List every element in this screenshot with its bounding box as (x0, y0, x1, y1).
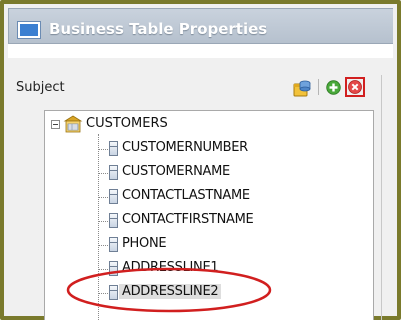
tree-item[interactable]: CONTACTLASTNAME (98, 185, 368, 209)
tree-branch-line (98, 245, 108, 246)
tree-root-label[interactable]: CUSTOMERS (86, 116, 168, 131)
column-icon (109, 189, 118, 204)
column-icon (109, 213, 118, 228)
tree-item[interactable]: CUSTOMERNAME (98, 161, 368, 185)
title-spacer (8, 44, 393, 58)
tree-item-label: ADDRESSLINE2 (119, 284, 222, 299)
tree-branch-line (98, 173, 108, 174)
tree-item-label: CONTACTLASTNAME (122, 188, 250, 203)
tree-branch-line (98, 197, 108, 198)
delete-button[interactable] (345, 77, 365, 97)
tree-branch-line (98, 293, 108, 294)
tree-item-label: CUSTOMERNUMBER (122, 140, 248, 155)
tree-item-label: PHONE (122, 236, 167, 251)
tree-item[interactable]: PHONE (98, 233, 368, 257)
tree-branch-line (98, 149, 108, 150)
subject-label: Subject (16, 80, 65, 95)
tree-item[interactable]: CONTACTFIRSTNAME (98, 209, 368, 233)
tree-branch-line (98, 221, 108, 222)
tree-item-label: ADDRESSLINE1 (122, 260, 219, 275)
tree-item-label: CUSTOMERNAME (122, 164, 230, 179)
column-icon (109, 261, 118, 276)
database-import-icon[interactable] (292, 78, 312, 98)
window-icon (18, 22, 40, 38)
tree-item[interactable]: ADDRESSLINE1 (98, 257, 368, 281)
delete-icon (348, 80, 362, 94)
column-icon (109, 237, 118, 252)
toolbar-separator (318, 79, 319, 95)
column-icon (109, 165, 118, 180)
tree-item[interactable]: CUSTOMERNUMBER (98, 137, 368, 161)
window-title: Business Table Properties (49, 20, 268, 38)
table-icon (63, 115, 83, 133)
title-bar: Business Table Properties (8, 8, 393, 44)
collapse-toggle[interactable] (51, 120, 60, 129)
add-icon[interactable] (326, 80, 341, 95)
tree-item-selected[interactable]: ADDRESSLINE2 (98, 281, 368, 305)
panel-divider (381, 75, 382, 320)
tree-branch-line (98, 269, 108, 270)
tree-item-label: CONTACTFIRSTNAME (122, 212, 254, 227)
column-icon (109, 141, 118, 156)
column-icon (109, 285, 118, 300)
